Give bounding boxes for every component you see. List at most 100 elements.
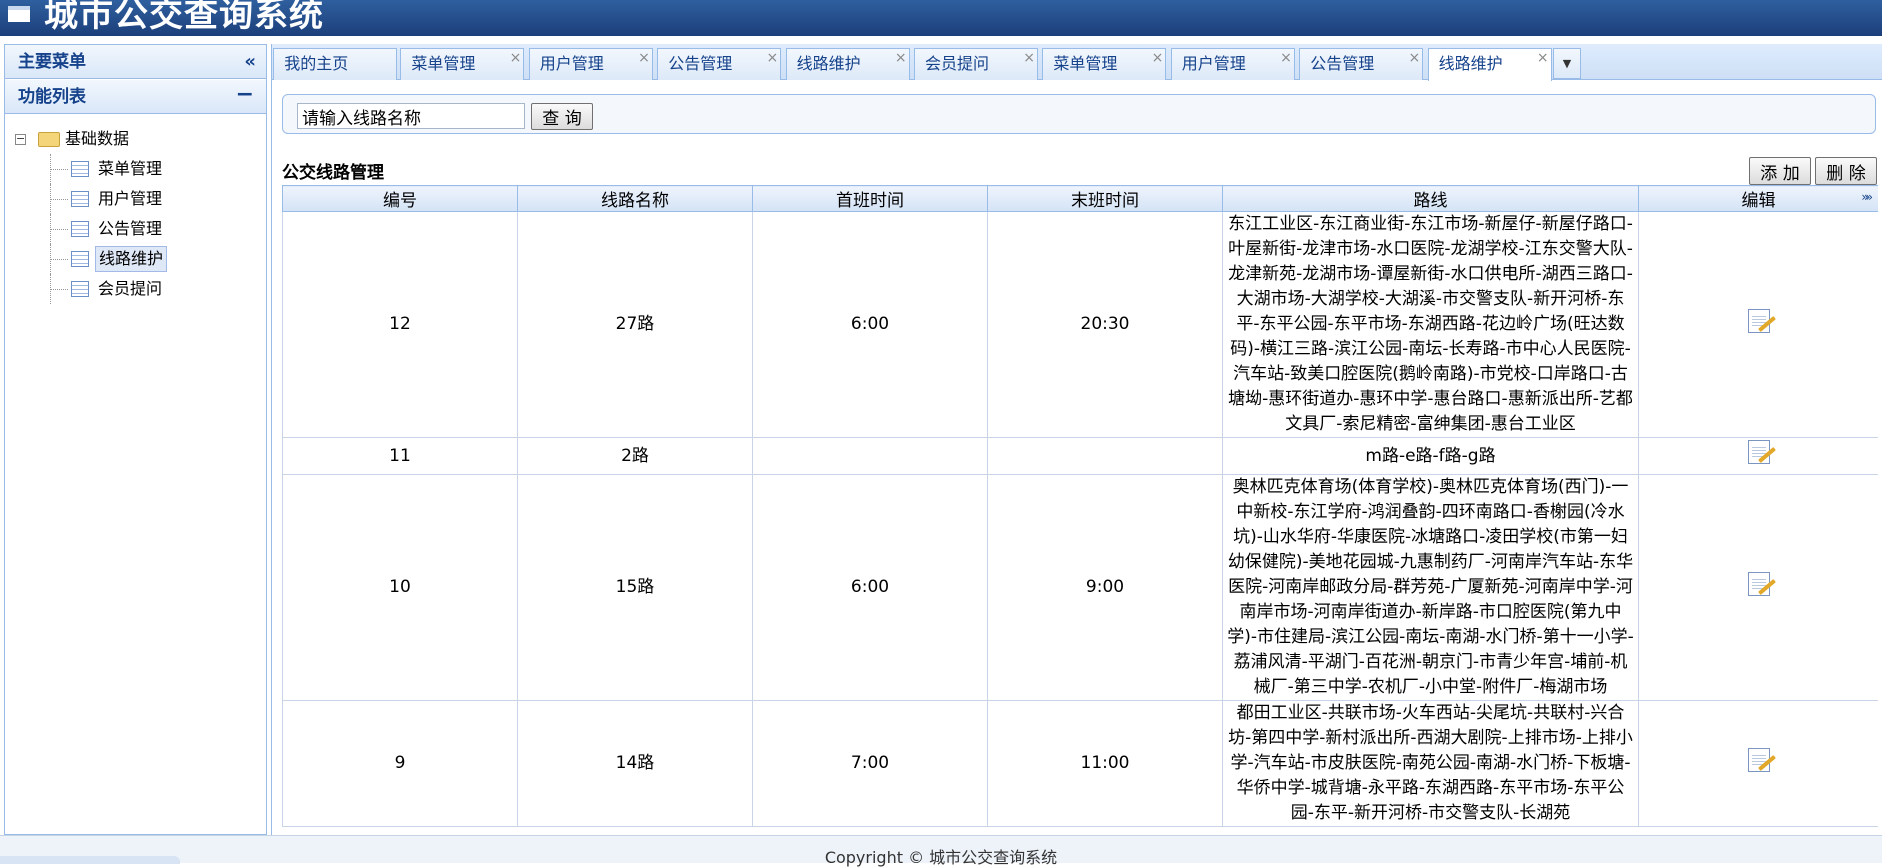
cell-route: 东江工业区-东江商业街-东江市场-新屋仔-新屋仔路口-叶屋新街-龙津市场-水口医… (1222, 211, 1639, 438)
bus-route-grid: 编号 线路名称 首班时间 末班时间 路线 编辑»» 12 27路 6:00 20:30… (282, 185, 1878, 835)
table-icon (71, 281, 89, 297)
tab-label: 用户管理 (539, 54, 604, 73)
table-row[interactable]: 12 27路 6:00 20:30 东江工业区-东江商业街-东江市场-新屋仔-新屋仔路口… (282, 211, 1878, 438)
tab[interactable]: 用户管理 × (528, 48, 653, 80)
cell-id: 10 (282, 474, 518, 701)
cell-id: 11 (282, 437, 518, 475)
cell-first-bus (752, 437, 988, 475)
main-menu-header: 主要菜单 « (5, 45, 266, 79)
tab[interactable]: 会员提问 × (914, 48, 1038, 80)
tab-close-icon[interactable]: × (1152, 43, 1164, 73)
cell-first-bus: 6:00 (752, 474, 988, 701)
grid-title: 公交线路管理 (282, 163, 384, 183)
tab[interactable]: 线路维护 × (1427, 48, 1552, 81)
table-icon (71, 161, 89, 177)
tab[interactable]: 公告管理 × (657, 48, 782, 80)
cell-route-name: 27路 (517, 211, 753, 438)
cell-edit (1638, 700, 1878, 827)
search-bar: 查 询 (282, 94, 1876, 134)
cell-last-bus: 20:30 (987, 211, 1223, 438)
table-row[interactable]: 9 14路 7:00 11:00 都田工业区-共联市场-火车西站-尖尾坑-共联村-兴合坊… (282, 700, 1878, 827)
cell-route-name: 14路 (517, 700, 753, 827)
tree-item[interactable]: 公告管理 (5, 214, 266, 244)
delete-button[interactable]: 删 除 (1815, 157, 1877, 185)
tab-close-icon[interactable]: × (1023, 43, 1035, 73)
tree-collapse-icon[interactable]: − (15, 133, 26, 145)
tab-label: 用户管理 (1181, 54, 1246, 73)
edit-icon[interactable] (1747, 747, 1770, 772)
edit-icon[interactable] (1747, 440, 1770, 464)
tree-branch-line (50, 229, 68, 230)
tab-label: 菜单管理 (1053, 54, 1118, 73)
tab-close-icon[interactable]: × (638, 43, 650, 73)
tab-label: 我的主页 (284, 54, 349, 73)
expand-columns-icon[interactable]: »» (1861, 190, 1873, 204)
tree-item[interactable]: 线路维护 (5, 244, 266, 274)
cell-route-name: 15路 (517, 474, 753, 701)
tree-root-label: 基础数据 (65, 129, 130, 148)
folder-icon (38, 132, 60, 147)
cell-route: m路-e路-f路-g路 (1222, 437, 1639, 475)
collapse-sidebar-icon[interactable]: « (244, 45, 256, 79)
tree-root-basic-data[interactable]: − 基础数据 (5, 124, 266, 154)
sidebar: 主要菜单 « 功能列表 − − 基础数据 菜单管理 用户管理公告管理线路维护 会员提… (4, 44, 267, 835)
tab[interactable]: 我的主页 (273, 48, 398, 80)
tab-label: 线路维护 (1438, 54, 1503, 73)
col-header-route-name[interactable]: 线路名称 (517, 185, 753, 212)
tree-item-label: 公告管理 (98, 219, 163, 238)
tree-branch-line (50, 289, 68, 290)
route-name-search-input[interactable] (297, 103, 525, 129)
function-list-header[interactable]: 功能列表 − (5, 80, 266, 114)
grid-header-row: 编号 线路名称 首班时间 末班时间 路线 编辑 »» (282, 185, 1878, 212)
cell-route-name: 2路 (517, 437, 753, 475)
table-row[interactable]: 10 15路 6:00 9:00 奥林匹克体育场(体育学校)-奥林匹克体育场(西门)-一… (282, 474, 1878, 701)
cell-first-bus: 6:00 (752, 211, 988, 438)
add-button[interactable]: 添 加 (1749, 157, 1811, 185)
tree-item[interactable]: 用户管理 (5, 184, 266, 214)
tree-branch-line (50, 259, 68, 260)
footer: Copyright © 城市公交查询系统 (0, 835, 1882, 867)
tab[interactable]: 菜单管理 × (1042, 48, 1167, 80)
copyright-text: Copyright © 城市公交查询系统 (824, 848, 1058, 867)
col-header-last-bus[interactable]: 末班时间 (987, 185, 1223, 212)
tab[interactable]: 用户管理 × (1170, 48, 1295, 80)
cell-last-bus (987, 437, 1223, 475)
tab-overflow-menu-button[interactable]: ▼ (1553, 48, 1581, 79)
table-row[interactable]: 11 2路 m路-e路-f路-g路 (282, 437, 1878, 475)
tab-strip: ▼ 我的主页 菜单管理 × 用户管理 × 公告管理 × 线路维护 × 会员提问 × 菜单管理 × 用户管理… (272, 44, 1882, 81)
col-header-edit[interactable]: 编辑 »» (1638, 185, 1878, 212)
cell-route: 奥林匹克体育场(体育学校)-奥林匹克体育场(西门)-一中新校-东江学府-鸿润叠韵… (1222, 474, 1639, 701)
tree-branch-line (50, 169, 68, 170)
cell-edit (1638, 211, 1878, 438)
tab-close-icon[interactable]: × (766, 43, 778, 73)
edit-icon[interactable] (1747, 571, 1770, 596)
cell-id: 12 (282, 211, 518, 438)
col-header-first-bus[interactable]: 首班时间 (752, 185, 988, 212)
tab-close-icon[interactable]: × (1537, 43, 1549, 73)
tab-close-icon[interactable]: × (1408, 43, 1420, 73)
tab-close-icon[interactable]: × (895, 43, 907, 73)
col-header-edit-label: 编辑 (1741, 191, 1776, 211)
cell-edit (1638, 474, 1878, 701)
tab[interactable]: 线路维护 × (785, 48, 910, 80)
edit-icon[interactable] (1747, 308, 1770, 333)
tab-close-icon[interactable]: × (510, 43, 522, 73)
tab-label: 公告管理 (1310, 54, 1375, 73)
tree-item[interactable]: 菜单管理 (5, 154, 266, 184)
col-header-route[interactable]: 路线 (1222, 185, 1639, 212)
tree-branch-line (50, 199, 68, 200)
search-button[interactable]: 查 询 (531, 103, 593, 130)
cell-last-bus: 9:00 (987, 474, 1223, 701)
col-header-id[interactable]: 编号 (282, 185, 518, 212)
table-icon (71, 221, 89, 237)
tab[interactable]: 公告管理 × (1299, 48, 1424, 80)
table-icon (71, 191, 89, 207)
cell-last-bus: 11:00 (987, 700, 1223, 827)
tree-item[interactable]: 会员提问 (5, 274, 266, 304)
collapse-panel-icon[interactable]: − (236, 78, 254, 112)
tab-close-icon[interactable]: × (1280, 43, 1292, 73)
cell-first-bus: 7:00 (752, 700, 988, 827)
tab[interactable]: 菜单管理 × (400, 48, 525, 80)
tab-label: 线路维护 (796, 54, 861, 73)
app-header: 城市公交查询系统 (0, 0, 1882, 36)
